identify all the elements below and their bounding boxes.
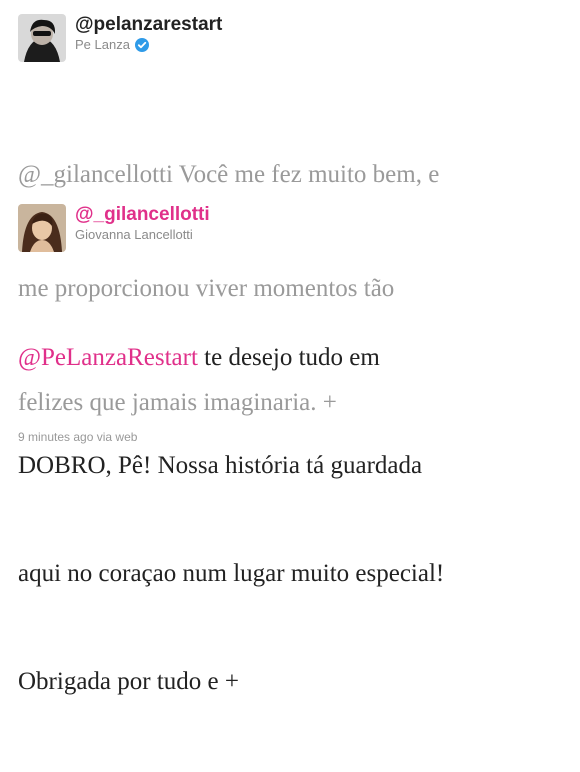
- username-handle[interactable]: @_gilancellotti: [75, 204, 210, 226]
- tweet-text: @PeLanzaRestart te desejo tudo em DOBRO,…: [18, 344, 445, 695]
- timestamp-link[interactable]: 9 minutes ago: [18, 430, 93, 444]
- username-handle[interactable]: @pelanzarestart: [75, 14, 222, 36]
- avatar[interactable]: [18, 14, 66, 62]
- mention-link[interactable]: @PeLanzaRestart: [18, 344, 198, 371]
- display-name[interactable]: Pe Lanza: [75, 36, 130, 54]
- display-name[interactable]: Giovanna Lancellotti: [75, 226, 193, 244]
- tweet-meta: 9 minutes ago via web: [18, 430, 137, 444]
- via-label: via: [96, 430, 113, 444]
- verified-badge-icon: [134, 38, 149, 52]
- source-link[interactable]: web: [115, 430, 137, 444]
- tweet-reply-header: @_gilancellotti Giovanna Lancellotti: [18, 204, 210, 252]
- mention-link[interactable]: @_gilancellotti: [18, 161, 173, 188]
- avatar-image: [18, 14, 66, 62]
- avatar-image: [18, 204, 66, 252]
- avatar[interactable]: [18, 204, 66, 252]
- tweet-original-header: @pelanzarestart Pe Lanza: [18, 14, 222, 62]
